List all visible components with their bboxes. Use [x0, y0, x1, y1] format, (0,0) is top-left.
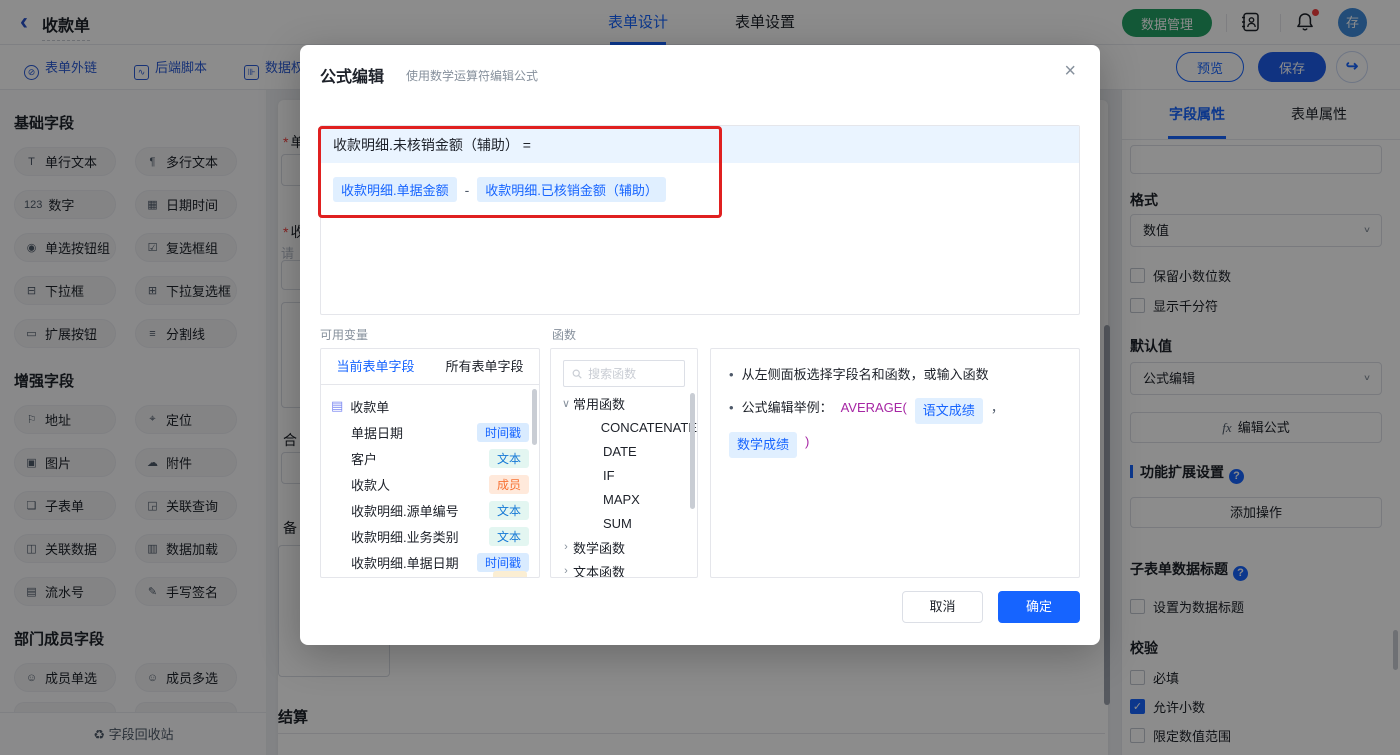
fn-sum[interactable]: SUM [551, 511, 697, 535]
form-doc-icon: ▤ [331, 398, 344, 413]
functions-tree: ∨ 常用函数 CONCATENATE DATE IF MAPX SUM › 数学函数 › 文本函数 [551, 391, 697, 578]
type-badge: 文本 [488, 526, 529, 546]
variable-label: 单据日期 [351, 425, 404, 441]
function-label: DATE [603, 443, 637, 459]
variable-label: 收款人 [351, 477, 391, 493]
tab-current-form-fields[interactable]: 当前表单字段 [321, 349, 430, 384]
functions-panel: ∨常用函数 CONCATENATE DATE IF MAPX SUM › 数学函数 › 文本函数 [550, 348, 698, 578]
function-label: MAPX [603, 491, 640, 507]
fn-mapx[interactable]: MAPX [551, 487, 697, 511]
search-icon [572, 369, 582, 379]
function-label: 文本函数 [573, 564, 626, 578]
fn-group-common[interactable]: ∨ 常用函数 [551, 391, 697, 415]
type-badge: 成员 [488, 474, 529, 494]
var-field-source-no[interactable]: 收款明细.源单编号 文本 [321, 497, 539, 523]
variable-label: 收款明细.源单编号 [351, 503, 459, 519]
tree-chevron-icon: › [564, 541, 568, 553]
formula-token-operand1[interactable]: 收款明细.单据金额 [333, 177, 457, 202]
help-panel: • 从左侧面板选择字段名和函数，或输入函数 • 公式编辑举例： AVERAGE( … [710, 348, 1080, 578]
variables-tree: 单据日期 时间戳 客户 文本 收款人 成员 收款明细.源单编号 文本 收款明细.业务类别 文本 收款… [321, 419, 539, 575]
fn-date[interactable]: DATE [551, 439, 697, 463]
variable-label: 收款明细.业务类别 [351, 529, 459, 545]
type-badge: 时间戳 [476, 422, 529, 442]
var-field-doc-date[interactable]: 单据日期 时间戳 [321, 419, 539, 445]
close-icon[interactable]: × [1064, 61, 1076, 81]
formula-target-line: 收款明细.未核销金额（辅助） = [321, 126, 1079, 163]
modal-title: 公式编辑 [320, 69, 385, 86]
function-label: IF [603, 467, 615, 483]
tree-chevron-icon: › [564, 565, 568, 577]
screen: ‹ 收款单 表单设计 表单设置 数据管理 存 ⊘ 表单外链 ∿ 后端脚本 ⊪ 数据权 … [0, 0, 1400, 755]
var-field-payee[interactable]: 收款人 成员 [321, 471, 539, 497]
type-badge: 文本 [488, 500, 529, 520]
help-line-1: • 从左侧面板选择字段名和函数，或输入函数 [729, 367, 989, 382]
help-line-2: • 公式编辑举例： AVERAGE( 语文成绩 ， 数学成绩 ) [729, 398, 1061, 458]
fn-concatenate[interactable]: CONCATENATE [551, 415, 697, 439]
function-label: 常用函数 [573, 396, 626, 412]
clipped-badge [493, 571, 527, 577]
tree-chevron-icon: ∨ [561, 397, 571, 410]
formula-expression: 收款明细.单据金额 - 收款明细.已核销金额（辅助） [321, 163, 1079, 216]
function-search[interactable] [563, 360, 685, 387]
tab-all-form-fields[interactable]: 所有表单字段 [430, 349, 539, 384]
functions-label: 函数 [552, 328, 577, 342]
fn-group-text[interactable]: › 文本函数 [551, 559, 697, 578]
formula-operator: - [464, 181, 470, 198]
function-label: 数学函数 [573, 540, 626, 556]
variables-panel: 当前表单字段 所有表单字段 ▤ 收款单 单据日期 时间戳 客户 文本 收款人 成员 收款明细.… [320, 348, 540, 578]
variable-label: 客户 [351, 451, 378, 467]
variables-scrollbar[interactable] [532, 389, 537, 445]
function-search-input[interactable] [588, 366, 676, 381]
fn-group-math[interactable]: › 数学函数 [551, 535, 697, 559]
functions-scrollbar[interactable] [690, 393, 695, 509]
formula-edit-modal: 公式编辑 使用数学运算符编辑公式 × 收款明细.未核销金额（辅助） = 收款明细… [300, 45, 1100, 645]
type-badge: 文本 [488, 448, 529, 468]
confirm-button[interactable]: 确定 [998, 591, 1080, 623]
variables-tree-root[interactable]: ▤ 收款单 [321, 393, 539, 419]
function-label: SUM [603, 515, 632, 531]
type-badge: 时间戳 [476, 552, 529, 572]
fn-if[interactable]: IF [551, 463, 697, 487]
variable-label: 收款明细.单据日期 [351, 555, 459, 571]
formula-token-operand2[interactable]: 收款明细.已核销金额（辅助） [477, 177, 666, 202]
variables-tabs: 当前表单字段 所有表单字段 [321, 349, 539, 385]
variables-label: 可用变量 [320, 328, 369, 342]
example-chip-1: 语文成绩 [914, 398, 983, 424]
example-chip-2: 数学成绩 [729, 432, 798, 458]
function-name-example: AVERAGE( [840, 400, 907, 415]
cancel-button[interactable]: 取消 [902, 591, 983, 623]
modal-subtitle: 使用数学运算符编辑公式 [406, 69, 539, 83]
var-field-biz-type[interactable]: 收款明细.业务类别 文本 [321, 523, 539, 549]
var-field-customer[interactable]: 客户 文本 [321, 445, 539, 471]
formula-editor[interactable]: 收款明细.未核销金额（辅助） = 收款明细.单据金额 - 收款明细.已核销金额（… [320, 125, 1080, 315]
function-label: CONCATENATE [600, 419, 697, 435]
